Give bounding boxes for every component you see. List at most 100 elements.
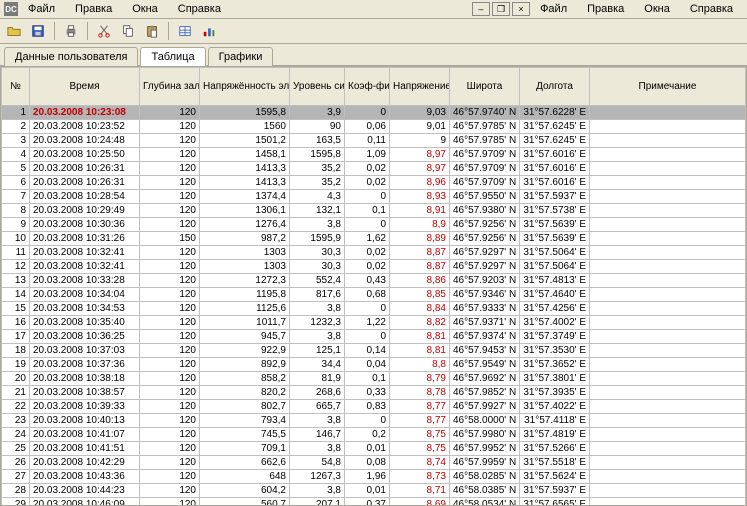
- table-row[interactable]: 2920.03.2008 10:46:09120560,7207,10,378,…: [2, 498, 746, 506]
- table-cell: 31°57.6228' E: [520, 106, 590, 120]
- table-cell: 0,02: [345, 162, 390, 176]
- print-button[interactable]: [61, 21, 81, 41]
- table-cell: 31°57.6016' E: [520, 162, 590, 176]
- table-cell: 8,8: [390, 358, 450, 372]
- table-row[interactable]: 720.03.2008 10:28:541201374,44,308,9346°…: [2, 190, 746, 204]
- table-row[interactable]: 2720.03.2008 10:43:361206481267,31,968,7…: [2, 470, 746, 484]
- table-row[interactable]: 1120.03.2008 10:32:41120130330,30,028,87…: [2, 246, 746, 260]
- menu-справка[interactable]: Справка: [690, 3, 733, 15]
- cut-button[interactable]: [94, 21, 114, 41]
- table-row[interactable]: 1320.03.2008 10:33:281201272,3552,40,438…: [2, 274, 746, 288]
- table-row[interactable]: 2320.03.2008 10:40:13120793,43,808,7746°…: [2, 414, 746, 428]
- table-cell: 3,8: [290, 302, 345, 316]
- table-cell: 146,7: [290, 428, 345, 442]
- table-cell: [590, 484, 746, 498]
- save-button[interactable]: [28, 21, 48, 41]
- table-row[interactable]: 2020.03.2008 10:38:18120858,281,90,18,79…: [2, 372, 746, 386]
- tab[interactable]: Графики: [208, 47, 274, 66]
- table-row[interactable]: 2620.03.2008 10:42:29120662,654,80,088,7…: [2, 456, 746, 470]
- table-row[interactable]: 2220.03.2008 10:39:33120802,7665,70,838,…: [2, 400, 746, 414]
- table-row[interactable]: 1420.03.2008 10:34:041201195,8817,60,688…: [2, 288, 746, 302]
- table-row[interactable]: 2120.03.2008 10:38:57120820,2268,60,338,…: [2, 386, 746, 400]
- minimize-button[interactable]: –: [472, 2, 490, 16]
- tab[interactable]: Данные пользователя: [4, 47, 138, 66]
- table-cell: 46°57.9374' N: [450, 330, 520, 344]
- table-row[interactable]: 1620.03.2008 10:35:401201011,71232,31,22…: [2, 316, 746, 330]
- table-cell: 745,5: [200, 428, 290, 442]
- table-button[interactable]: [175, 21, 195, 41]
- menu-окна[interactable]: Окна: [644, 3, 670, 15]
- table-cell: 0: [345, 106, 390, 120]
- table-cell: 46°57.9980' N: [450, 428, 520, 442]
- menu-item[interactable]: Файл: [28, 3, 55, 15]
- table-cell: 46°57.9709' N: [450, 176, 520, 190]
- tab[interactable]: Таблица: [140, 47, 205, 66]
- table-row[interactable]: 1520.03.2008 10:34:531201125,63,808,8446…: [2, 302, 746, 316]
- table-cell: 1306,1: [200, 204, 290, 218]
- table-cell: [590, 302, 746, 316]
- paste-button[interactable]: [142, 21, 162, 41]
- table-cell: 20.03.2008 10:37:03: [30, 344, 140, 358]
- table-cell: 665,7: [290, 400, 345, 414]
- menu-item[interactable]: Правка: [75, 3, 112, 15]
- table-row[interactable]: 2520.03.2008 10:41:51120709,13,80,018,75…: [2, 442, 746, 456]
- menu-item[interactable]: Справка: [178, 3, 221, 15]
- table-row[interactable]: 2820.03.2008 10:44:23120604,23,80,018,71…: [2, 484, 746, 498]
- table-row[interactable]: 820.03.2008 10:29:491201306,1132,10,18,9…: [2, 204, 746, 218]
- table-cell: 0,33: [345, 386, 390, 400]
- table-cell: 20.03.2008 10:37:36: [30, 358, 140, 372]
- table-row[interactable]: 320.03.2008 10:24:481201501,2163,50,1194…: [2, 134, 746, 148]
- table-cell: 9: [390, 134, 450, 148]
- column-header[interactable]: №: [2, 68, 30, 106]
- close-button[interactable]: ×: [512, 2, 530, 16]
- table-cell: 0,1: [345, 204, 390, 218]
- column-header[interactable]: Коэф-фициент: [345, 68, 390, 106]
- table-cell: 709,1: [200, 442, 290, 456]
- table-row[interactable]: 220.03.2008 10:23:521201560900,069,0146°…: [2, 120, 746, 134]
- table-row[interactable]: 520.03.2008 10:26:311201413,335,20,028,9…: [2, 162, 746, 176]
- copy-button[interactable]: [118, 21, 138, 41]
- table-cell: 1232,3: [290, 316, 345, 330]
- menu-item[interactable]: Окна: [132, 3, 158, 15]
- table-row[interactable]: 2420.03.2008 10:41:07120745,5146,70,28,7…: [2, 428, 746, 442]
- table-cell: 8,73: [390, 470, 450, 484]
- table-cell: 3,8: [290, 442, 345, 456]
- table-cell: 0,11: [345, 134, 390, 148]
- table-cell: 0,02: [345, 176, 390, 190]
- table-row[interactable]: 1020.03.2008 10:31:26150987,21595,91,628…: [2, 232, 746, 246]
- table-row[interactable]: 1820.03.2008 10:37:03120922,9125,10,148,…: [2, 344, 746, 358]
- table-row[interactable]: 1920.03.2008 10:37:36120892,934,40,048,8…: [2, 358, 746, 372]
- column-header[interactable]: Примечание: [590, 68, 746, 106]
- table-cell: 8,74: [390, 456, 450, 470]
- table-cell: [590, 120, 746, 134]
- column-header[interactable]: Долгота: [520, 68, 590, 106]
- table-row[interactable]: 420.03.2008 10:25:501201458,11595,81,098…: [2, 148, 746, 162]
- column-header[interactable]: Напряжение питания, V: [390, 68, 450, 106]
- table-cell: [590, 106, 746, 120]
- table-cell: 13: [2, 274, 30, 288]
- table-row[interactable]: 920.03.2008 10:30:361201276,43,808,946°5…: [2, 218, 746, 232]
- table-row[interactable]: 1720.03.2008 10:36:25120945,73,808,8146°…: [2, 330, 746, 344]
- menu-правка[interactable]: Правка: [587, 3, 624, 15]
- table-cell: 5: [2, 162, 30, 176]
- column-header[interactable]: Напряжённость эл. магнитного поля генера…: [200, 68, 290, 106]
- column-header[interactable]: Широта: [450, 68, 520, 106]
- chart-button[interactable]: [199, 21, 219, 41]
- restore-button[interactable]: ❐: [492, 2, 510, 16]
- table-row[interactable]: 620.03.2008 10:26:311201413,335,20,028,9…: [2, 176, 746, 190]
- table-cell: 20.03.2008 10:39:33: [30, 400, 140, 414]
- table-cell: 35,2: [290, 162, 345, 176]
- table-cell: 46°57.9959' N: [450, 456, 520, 470]
- table-cell: 120: [140, 442, 200, 456]
- table-cell: 25: [2, 442, 30, 456]
- table-cell: 820,2: [200, 386, 290, 400]
- column-header[interactable]: Время: [30, 68, 140, 106]
- column-header[interactable]: Уровень сигнала приёмника, mV: [290, 68, 345, 106]
- table-row[interactable]: 120.03.2008 10:23:081201595,83,909,0346°…: [2, 106, 746, 120]
- table-cell: 31°57.5937' E: [520, 190, 590, 204]
- table-cell: 125,1: [290, 344, 345, 358]
- column-header[interactable]: Глубина залегания трубопровода, см: [140, 68, 200, 106]
- open-button[interactable]: [4, 21, 24, 41]
- menu-файл[interactable]: Файл: [540, 3, 567, 15]
- table-row[interactable]: 1220.03.2008 10:32:41120130330,30,028,87…: [2, 260, 746, 274]
